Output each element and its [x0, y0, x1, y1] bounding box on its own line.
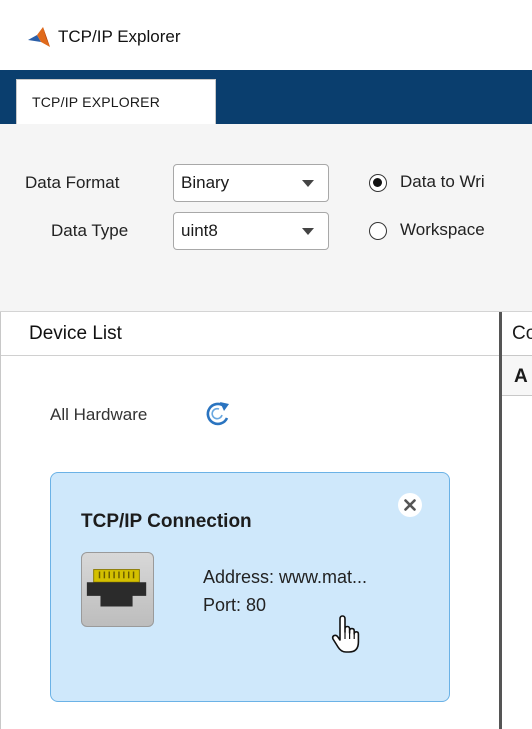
device-list-title: Device List	[29, 323, 122, 344]
card-address: Address: www.mat...	[203, 567, 368, 587]
radio-selected-dot	[373, 178, 382, 187]
workspace-radio[interactable]	[369, 222, 387, 240]
device-list-header: Device List	[1, 312, 500, 356]
workspace-label: Workspace	[400, 220, 485, 239]
data-format-label: Data Format	[25, 173, 120, 192]
window-title: TCP/IP Explorer	[58, 27, 181, 46]
data-to-write-radio[interactable]	[369, 174, 387, 192]
data-type-label: Data Type	[51, 221, 129, 240]
tab-strip: TCP/IP EXPLORER	[0, 70, 532, 124]
refresh-icon[interactable]	[202, 400, 234, 428]
ethernet-port-icon	[81, 552, 154, 627]
data-to-write-label: Data to Wri	[400, 172, 485, 191]
right-panel-subheader-text: A	[514, 366, 528, 387]
matlab-logo-icon	[28, 27, 50, 47]
data-type-dropdown[interactable]: uint8	[173, 212, 329, 250]
chevron-down-icon	[302, 228, 314, 235]
tab-tcpip-explorer[interactable]: TCP/IP EXPLORER	[16, 79, 216, 124]
hand-cursor-icon	[331, 615, 360, 653]
right-panel-header: Co	[502, 312, 532, 356]
card-info: Address: www.mat... Port: 80	[203, 563, 367, 619]
right-panel-header-text: Co	[512, 323, 532, 344]
title-bar: TCP/IP Explorer	[0, 0, 532, 70]
all-hardware-label: All Hardware	[50, 405, 148, 424]
toolstrip: Data Format Binary Data Type uint8 Data …	[0, 124, 532, 312]
right-panel: Co A	[499, 312, 532, 729]
chevron-down-icon	[302, 180, 314, 187]
tcpip-connection-card[interactable]: TCP/IP Connection Address: www.mat... Po…	[50, 472, 450, 702]
data-format-dropdown[interactable]: Binary	[173, 164, 329, 202]
close-icon[interactable]	[398, 493, 422, 517]
right-panel-subheader: A	[502, 356, 532, 396]
card-title: TCP/IP Connection	[81, 511, 252, 532]
data-format-value: Binary	[181, 173, 230, 192]
data-type-value: uint8	[181, 221, 218, 240]
